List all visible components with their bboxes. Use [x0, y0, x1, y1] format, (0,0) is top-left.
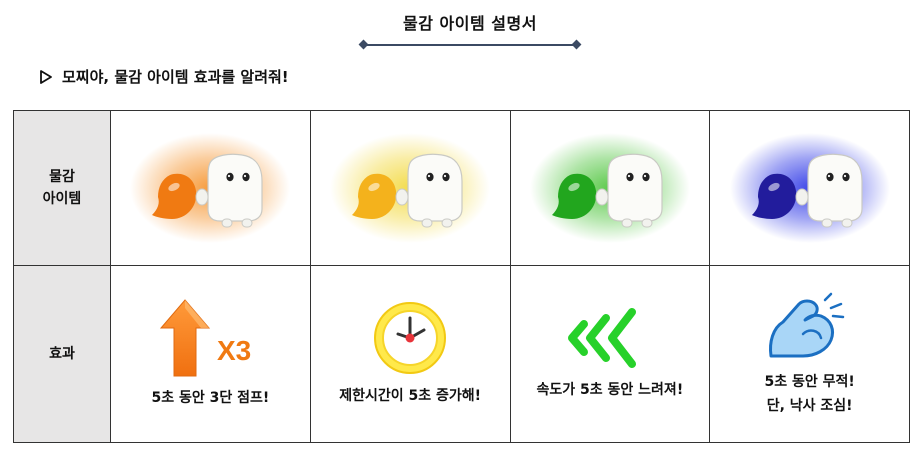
effect-cell-time: 제한시간이 5초 증가해! — [309, 265, 511, 443]
title-divider — [363, 44, 577, 46]
orange-paint-blob-with-mochi — [130, 133, 291, 243]
mochi-character — [607, 153, 663, 222]
item-cell-orange — [110, 110, 311, 266]
row-header-items: 물감 아이템 — [13, 110, 111, 266]
page-header: 물감 아이템 설명서 — [360, 10, 580, 46]
effect-time-line1: 제한시간이 5초 증가해! — [339, 388, 482, 404]
green-paint-blob-with-mochi — [529, 133, 690, 243]
effect-cell-invincible: 5초 동안 무적! 단, 낙사 조심! — [709, 265, 910, 443]
effect-jump-line1: 5초 동안 3단 점프! — [151, 390, 270, 406]
effect-invincible-line1: 5초 동안 무적! — [764, 374, 855, 390]
effect-cell-slow: 속도가 5초 동안 느려져! — [509, 265, 711, 443]
effect-slow-line1: 속도가 5초 동안 느려져! — [536, 382, 684, 398]
mochi-character — [207, 153, 263, 222]
item-cell-blue — [709, 110, 910, 266]
items-row: 물감 아이템 — [13, 110, 910, 266]
effect-invincible-line2: 단, 낙사 조심! — [766, 398, 853, 414]
item-cell-green — [509, 110, 711, 266]
blue-paint-blob-with-mochi — [729, 133, 890, 243]
item-cell-yellow — [309, 110, 511, 266]
triangle-right-icon — [40, 69, 52, 84]
yellow-paint-blob-with-mochi — [330, 133, 491, 243]
jump-multiplier-badge: X3 — [217, 335, 251, 366]
slow-chevrons-icon — [567, 308, 636, 368]
page-title: 물감 아이템 설명서 — [403, 14, 537, 33]
clock-icon — [374, 302, 447, 374]
item-table: 물감 아이템 효과 X3 5초 동안 3단 점프! 제한시간이 5초 증가해! … — [13, 110, 910, 443]
mochi-character — [807, 153, 863, 222]
intro-line: 모찌야, 물감 아이템 효과를 알려줘! — [40, 66, 289, 87]
effect-cell-jump: X3 5초 동안 3단 점프! — [110, 265, 311, 443]
row-header-items-line2: 아이템 — [42, 191, 82, 207]
jump-arrow-icon: X3 — [160, 299, 252, 377]
effects-row: 효과 X3 5초 동안 3단 점프! 제한시간이 5초 증가해! 속도가 5초 … — [13, 265, 910, 443]
intro-text: 모찌야, 물감 아이템 효과를 알려줘! — [62, 68, 289, 86]
row-header-effect: 효과 — [13, 265, 111, 443]
row-header-items-line1: 물감 — [49, 169, 75, 185]
mochi-character — [407, 153, 463, 222]
flexed-arm-icon — [768, 292, 844, 358]
